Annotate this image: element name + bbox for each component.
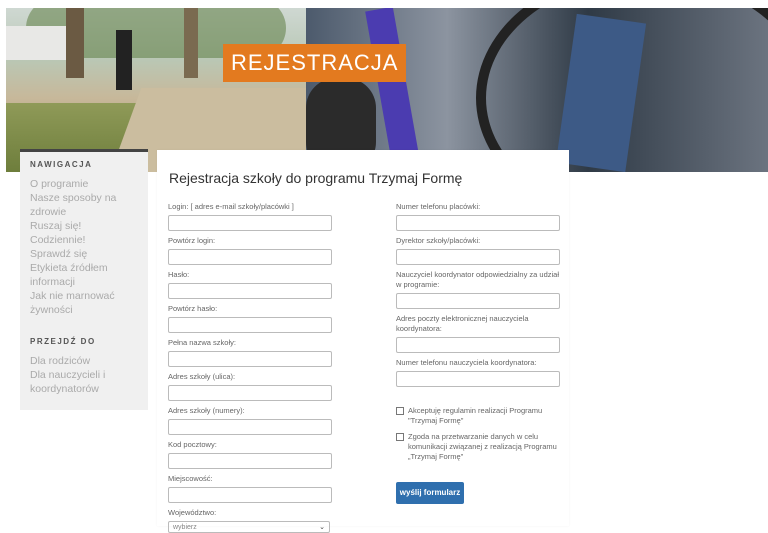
consent-data-checkbox[interactable] (396, 433, 404, 441)
postal-code-label: Kod pocztowy: (168, 440, 217, 449)
school-phone-field: Numer telefonu placówki: (396, 202, 561, 231)
voivodeship-value: wybierz (173, 524, 197, 531)
nav-heading: NAWIGACJA (30, 160, 93, 169)
consent-data[interactable]: Zgoda na przetwarzanie danych w celu kom… (396, 432, 561, 466)
director-input[interactable] (396, 249, 560, 265)
repeat-login-field: Powtórz login: (168, 236, 333, 265)
consent-rules[interactable]: Akceptuję regulamin realizacji Programu … (396, 406, 561, 428)
coordinator-email-label: Adres poczty elektronicznej nauczyciela … (396, 314, 529, 333)
login-field: Login: [ adres e-mail szkoły/placówki ] (168, 202, 333, 231)
street-number-input[interactable] (168, 419, 332, 435)
postal-code-input[interactable] (168, 453, 332, 469)
submit-button[interactable]: wyślij formularz (396, 482, 464, 504)
sidebar-item-sprawdz-sie[interactable]: Sprawdź się (30, 247, 138, 261)
consent-data-text: Zgoda na przetwarzanie danych w celu kom… (408, 432, 557, 461)
repeat-password-field: Powtórz hasło: (168, 304, 333, 333)
sidebar-item-rodzice[interactable]: Dla rodziców (30, 354, 138, 368)
school-name-input[interactable] (168, 351, 332, 367)
city-input[interactable] (168, 487, 332, 503)
form-title: Rejestracja szkoły do programu Trzymaj F… (169, 170, 463, 186)
school-name-label: Pełna nazwa szkoły: (168, 338, 236, 347)
coordinator-field: Nauczyciel koordynator odpowiedzialny za… (396, 270, 561, 309)
coordinator-input[interactable] (396, 293, 560, 309)
city-label: Miejscowość: (168, 474, 213, 483)
director-label: Dyrektor szkoły/placówki: (396, 236, 481, 245)
sidebar-item-sposoby[interactable]: Nasze sposoby na zdrowie (30, 191, 138, 219)
coordinator-email-input[interactable] (396, 337, 560, 353)
repeat-login-input[interactable] (168, 249, 332, 265)
city-field: Miejscowość: (168, 474, 333, 503)
sidebar-item-etykieta[interactable]: Etykieta źródłem informacji (30, 261, 138, 289)
password-field: Hasło: (168, 270, 333, 299)
goto-section: PRZEJDŹ DO Dla rodziców Dla nauczycieli … (20, 325, 148, 410)
password-label: Hasło: (168, 270, 190, 279)
coordinator-label: Nauczyciel koordynator odpowiedzialny za… (396, 270, 560, 289)
voivodeship-label: Województwo: (168, 508, 217, 517)
login-label: Login: [ adres e-mail szkoły/placówki ] (168, 202, 294, 211)
repeat-login-label: Powtórz login: (168, 236, 216, 245)
repeat-password-label: Powtórz hasło: (168, 304, 218, 313)
street-input[interactable] (168, 385, 332, 401)
sidebar-item-nauczyciele[interactable]: Dla nauczycieli i koordynatorów (30, 368, 138, 396)
hero-banner (6, 8, 768, 172)
street-number-field: Adres szkoły (numery): (168, 406, 333, 435)
sidebar-item-ruszaj-sie[interactable]: Ruszaj się! Codziennie! (30, 219, 138, 247)
voivodeship-field: Województwo: wybierz ⌄ (168, 508, 333, 533)
postal-code-field: Kod pocztowy: (168, 440, 333, 469)
street-label: Adres szkoły (ulica): (168, 372, 236, 381)
school-phone-label: Numer telefonu placówki: (396, 202, 481, 211)
coordinator-email-field: Adres poczty elektronicznej nauczyciela … (396, 314, 561, 353)
repeat-password-input[interactable] (168, 317, 332, 333)
coordinator-phone-input[interactable] (396, 371, 560, 387)
director-field: Dyrektor szkoły/placówki: (396, 236, 561, 265)
sidebar-item-o-programie[interactable]: O programie (30, 177, 138, 191)
goto-heading: PRZEJDŹ DO (30, 337, 96, 346)
registration-form: Rejestracja szkoły do programu Trzymaj F… (157, 150, 569, 533)
chevron-down-icon: ⌄ (319, 524, 325, 531)
street-number-label: Adres szkoły (numery): (168, 406, 245, 415)
page-title-badge: REJESTRACJA (223, 44, 407, 82)
consent-rules-text: Akceptuję regulamin realizacji Programu … (408, 406, 543, 425)
coordinator-phone-field: Numer telefonu nauczyciela koordynatora: (396, 358, 561, 387)
voivodeship-select[interactable]: wybierz ⌄ (168, 521, 330, 533)
coordinator-phone-label: Numer telefonu nauczyciela koordynatora: (396, 358, 537, 367)
password-input[interactable] (168, 283, 332, 299)
school-phone-input[interactable] (396, 215, 560, 231)
sidebar: NAWIGACJA O programie Nasze sposoby na z… (20, 149, 148, 410)
school-name-field: Pełna nazwa szkoły: (168, 338, 333, 367)
nav-section: NAWIGACJA O programie Nasze sposoby na z… (20, 149, 148, 325)
sidebar-item-nie-marnowac[interactable]: Jak nie marnować żywności (30, 289, 138, 317)
login-input[interactable] (168, 215, 332, 231)
street-field: Adres szkoły (ulica): (168, 372, 333, 401)
consent-rules-checkbox[interactable] (396, 407, 404, 415)
